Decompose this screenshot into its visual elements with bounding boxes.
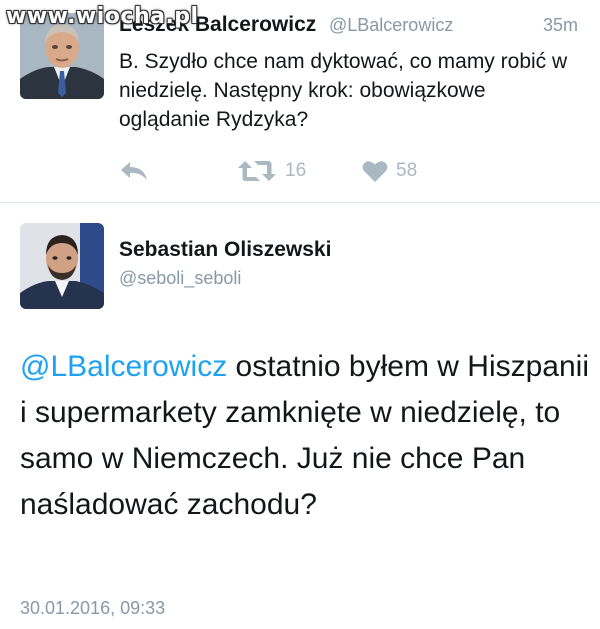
tweet-date[interactable]: 30.01.2016, 09:33: [20, 598, 165, 619]
author-name[interactable]: Sebastian Oliszewski: [119, 238, 331, 262]
tweet-text: B. Szydło chce nam dyktować, co mamy rob…: [119, 50, 568, 131]
reply-button[interactable]: [119, 156, 149, 186]
tweet-timestamp[interactable]: 35m: [543, 15, 578, 36]
watermark: www.wiocha.pl: [6, 4, 199, 29]
tweet-oliszewski: Sebastian Oliszewski @seboli_seboli @LBa…: [0, 204, 600, 629]
avatar-photo: [20, 223, 104, 309]
reply-icon: [121, 162, 147, 180]
retweet-count: 16: [285, 160, 307, 181]
retweet-button[interactable]: 16: [237, 156, 306, 186]
tweet-balcerowicz: Leszek Balcerowicz @LBalcerowicz 35m B. …: [0, 0, 600, 203]
tweet-actions: 16 58: [119, 156, 519, 186]
retweet-icon: [238, 161, 276, 181]
heart-icon: [362, 161, 388, 182]
author-handle[interactable]: @seboli_seboli: [119, 268, 241, 289]
like-count: 58: [396, 160, 418, 181]
like-button[interactable]: 58: [362, 156, 417, 186]
author-handle[interactable]: @LBalcerowicz: [329, 15, 453, 36]
mention-link[interactable]: @LBalcerowicz: [20, 350, 227, 383]
tweet-text: @LBalcerowicz ostatnio byłem w Hiszpanii…: [20, 344, 590, 528]
avatar[interactable]: [20, 223, 104, 309]
